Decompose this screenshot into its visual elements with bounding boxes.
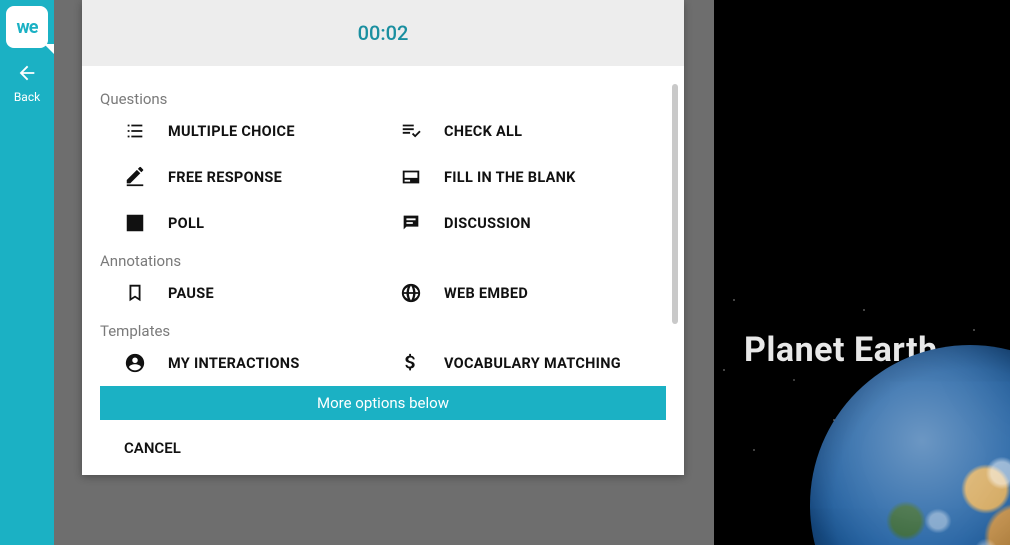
option-web-embed[interactable]: WEB EMBED (400, 282, 666, 304)
dollar-icon (400, 352, 422, 374)
list-icon (124, 120, 146, 142)
bookmark-icon (124, 282, 146, 304)
section-label-annotations: Annotations (100, 252, 666, 270)
option-label: VOCABULARY MATCHING (444, 355, 621, 372)
scrollbar[interactable] (672, 84, 678, 324)
chat-icon (400, 212, 422, 234)
option-label: CHECK ALL (444, 123, 522, 140)
app-logo: we (6, 6, 48, 48)
templates-grid: MY INTERACTIONS VOCABULARY MATCHING (100, 352, 666, 374)
cancel-button[interactable]: CANCEL (124, 439, 181, 457)
option-fill-blank[interactable]: FILL IN THE BLANK (400, 166, 666, 188)
timestamp: 00:02 (358, 21, 409, 45)
section-label-templates: Templates (100, 322, 666, 340)
more-options-button[interactable]: More options below (100, 386, 666, 420)
back-button[interactable]: Back (14, 62, 40, 104)
back-label: Back (14, 90, 40, 104)
option-label: FREE RESPONSE (168, 169, 282, 186)
option-label: POLL (168, 215, 204, 232)
option-multiple-choice[interactable]: MULTIPLE CHOICE (124, 120, 390, 142)
questions-grid: MULTIPLE CHOICE CHECK ALL FREE RESPONSE (100, 120, 666, 234)
section-label-questions: Questions (100, 90, 666, 108)
checklist-icon (400, 120, 422, 142)
app-logo-text: we (17, 17, 38, 38)
option-poll[interactable]: POLL (124, 212, 390, 234)
editor-stage: 00:02 Questions MULTIPLE CHOICE CHECK AL… (54, 0, 714, 545)
option-discussion[interactable]: DISCUSSION (400, 212, 666, 234)
option-vocabulary-matching[interactable]: VOCABULARY MATCHING (400, 352, 666, 374)
option-my-interactions[interactable]: MY INTERACTIONS (124, 352, 390, 374)
form-icon (400, 166, 422, 188)
option-check-all[interactable]: CHECK ALL (400, 120, 666, 142)
dialog-header: 00:02 (82, 0, 684, 66)
more-options-label: More options below (317, 394, 449, 412)
person-icon (124, 352, 146, 374)
back-arrow-icon (16, 62, 38, 88)
interaction-picker-dialog: 00:02 Questions MULTIPLE CHOICE CHECK AL… (82, 0, 684, 475)
edit-icon (124, 166, 146, 188)
option-label: FILL IN THE BLANK (444, 169, 576, 186)
annotations-grid: PAUSE WEB EMBED (100, 282, 666, 304)
globe-icon (400, 282, 422, 304)
option-label: MULTIPLE CHOICE (168, 123, 295, 140)
option-label: PAUSE (168, 285, 214, 302)
logo-corner-decoration (44, 44, 54, 54)
option-label: WEB EMBED (444, 285, 528, 302)
option-pause[interactable]: PAUSE (124, 282, 390, 304)
dialog-footer: CANCEL (100, 420, 666, 475)
dialog-body: Questions MULTIPLE CHOICE CHECK ALL (82, 66, 684, 475)
option-label: MY INTERACTIONS (168, 355, 300, 372)
left-sidebar: we Back (0, 0, 54, 545)
option-label: DISCUSSION (444, 215, 531, 232)
video-preview: Planet Earth (714, 0, 1010, 545)
poll-icon (124, 212, 146, 234)
option-free-response[interactable]: FREE RESPONSE (124, 166, 390, 188)
